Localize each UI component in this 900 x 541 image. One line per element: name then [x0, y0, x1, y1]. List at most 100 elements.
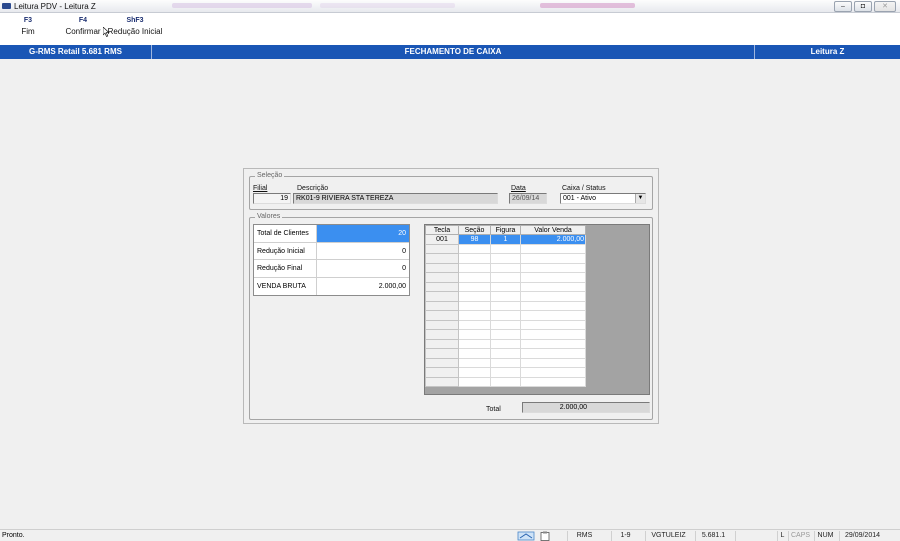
empty-table-row[interactable]: [425, 319, 586, 330]
column-header-valor-venda[interactable]: Valor Venda: [520, 225, 586, 235]
empty-table-row[interactable]: [425, 367, 586, 378]
minimize-button[interactable]: –: [834, 1, 852, 12]
chevron-down-icon[interactable]: ▼: [635, 194, 645, 203]
valor-venda-cell[interactable]: 2.000,00: [520, 234, 586, 245]
empty-cell[interactable]: [520, 338, 586, 349]
empty-cell[interactable]: [458, 243, 491, 254]
empty-cell[interactable]: [520, 357, 586, 368]
empty-cell[interactable]: [520, 310, 586, 321]
empty-cell[interactable]: [458, 310, 491, 321]
empty-cell[interactable]: [520, 253, 586, 264]
empty-cell[interactable]: [425, 319, 459, 330]
empty-cell[interactable]: [490, 348, 521, 359]
empty-cell[interactable]: [490, 262, 521, 273]
empty-cell[interactable]: [490, 300, 521, 311]
empty-cell[interactable]: [425, 262, 459, 273]
empty-cell[interactable]: [490, 376, 521, 387]
empty-cell[interactable]: [490, 310, 521, 321]
empty-cell[interactable]: [425, 357, 459, 368]
valores-row[interactable]: Total de Clientes 20: [254, 225, 409, 243]
empty-cell[interactable]: [520, 367, 586, 378]
figura-cell[interactable]: 1: [490, 234, 521, 245]
empty-cell[interactable]: [490, 243, 521, 254]
empty-cell[interactable]: [425, 367, 459, 378]
empty-table-row[interactable]: [425, 272, 586, 283]
empty-cell[interactable]: [520, 376, 586, 387]
valores-row[interactable]: VENDA BRUTA 2.000,00: [254, 277, 409, 296]
valores-row-value[interactable]: 20: [317, 225, 409, 242]
empty-cell[interactable]: [490, 253, 521, 264]
empty-table-row[interactable]: [425, 376, 586, 387]
column-header-secao[interactable]: Seção: [458, 225, 491, 235]
empty-cell[interactable]: [520, 262, 586, 273]
filial-field[interactable]: 19: [253, 193, 291, 204]
empty-cell[interactable]: [425, 338, 459, 349]
empty-cell[interactable]: [458, 348, 491, 359]
column-header-tecla[interactable]: Tecla: [425, 225, 459, 235]
fim-button[interactable]: F3 Fim: [16, 17, 40, 36]
empty-cell[interactable]: [458, 376, 491, 387]
empty-cell[interactable]: [458, 291, 491, 302]
empty-cell[interactable]: [520, 319, 586, 330]
empty-table-row[interactable]: [425, 243, 586, 254]
empty-cell[interactable]: [458, 338, 491, 349]
tecla-cell[interactable]: 001: [425, 234, 459, 245]
empty-cell[interactable]: [425, 376, 459, 387]
close-button[interactable]: ✕: [874, 1, 896, 12]
empty-cell[interactable]: [490, 357, 521, 368]
venda-grid[interactable]: Tecla Seção Figura Valor Venda 001 98 1 …: [424, 224, 650, 395]
empty-table-row[interactable]: [425, 310, 586, 321]
secao-cell[interactable]: 98: [458, 234, 491, 245]
empty-cell[interactable]: [490, 272, 521, 283]
empty-cell[interactable]: [425, 281, 459, 292]
empty-cell[interactable]: [425, 253, 459, 264]
empty-cell[interactable]: [490, 319, 521, 330]
empty-cell[interactable]: [458, 281, 491, 292]
empty-table-row[interactable]: [425, 291, 586, 302]
empty-cell[interactable]: [425, 329, 459, 340]
empty-cell[interactable]: [425, 291, 459, 302]
empty-cell[interactable]: [458, 262, 491, 273]
confirmar-button[interactable]: F4 Confirmar: [62, 17, 104, 36]
empty-cell[interactable]: [458, 300, 491, 311]
empty-cell[interactable]: [490, 291, 521, 302]
empty-cell[interactable]: [520, 300, 586, 311]
empty-cell[interactable]: [458, 367, 491, 378]
empty-cell[interactable]: [458, 329, 491, 340]
empty-cell[interactable]: [425, 272, 459, 283]
empty-cell[interactable]: [458, 357, 491, 368]
empty-table-row[interactable]: [425, 262, 586, 273]
empty-cell[interactable]: [458, 272, 491, 283]
empty-cell[interactable]: [490, 367, 521, 378]
empty-cell[interactable]: [520, 348, 586, 359]
empty-cell[interactable]: [425, 300, 459, 311]
empty-table-row[interactable]: [425, 348, 586, 359]
empty-cell[interactable]: [520, 291, 586, 302]
valores-row-value[interactable]: 2.000,00: [317, 278, 409, 296]
valores-row[interactable]: Redução Inicial 0: [254, 242, 409, 260]
empty-cell[interactable]: [425, 348, 459, 359]
empty-cell[interactable]: [520, 329, 586, 340]
column-header-figura[interactable]: Figura: [490, 225, 521, 235]
empty-cell[interactable]: [458, 253, 491, 264]
valores-row-value[interactable]: 0: [317, 260, 409, 277]
empty-cell[interactable]: [490, 338, 521, 349]
empty-cell[interactable]: [425, 310, 459, 321]
empty-table-row[interactable]: [425, 300, 586, 311]
empty-cell[interactable]: [520, 243, 586, 254]
table-row[interactable]: 001 98 1 2.000,00: [425, 234, 586, 245]
empty-cell[interactable]: [490, 329, 521, 340]
empty-cell[interactable]: [425, 243, 459, 254]
empty-cell[interactable]: [520, 272, 586, 283]
empty-cell[interactable]: [490, 281, 521, 292]
empty-table-row[interactable]: [425, 329, 586, 340]
maximize-button[interactable]: ◘: [854, 1, 872, 12]
empty-cell[interactable]: [458, 319, 491, 330]
valores-row-value[interactable]: 0: [317, 243, 409, 260]
valores-row[interactable]: Redução Final 0: [254, 260, 409, 278]
empty-table-row[interactable]: [425, 357, 586, 368]
reducao-inicial-button[interactable]: ShF3 Redução Inicial: [106, 17, 164, 36]
caixa-status-select[interactable]: 001 - Ativo ▼: [560, 193, 646, 204]
empty-cell[interactable]: [520, 281, 586, 292]
empty-table-row[interactable]: [425, 253, 586, 264]
